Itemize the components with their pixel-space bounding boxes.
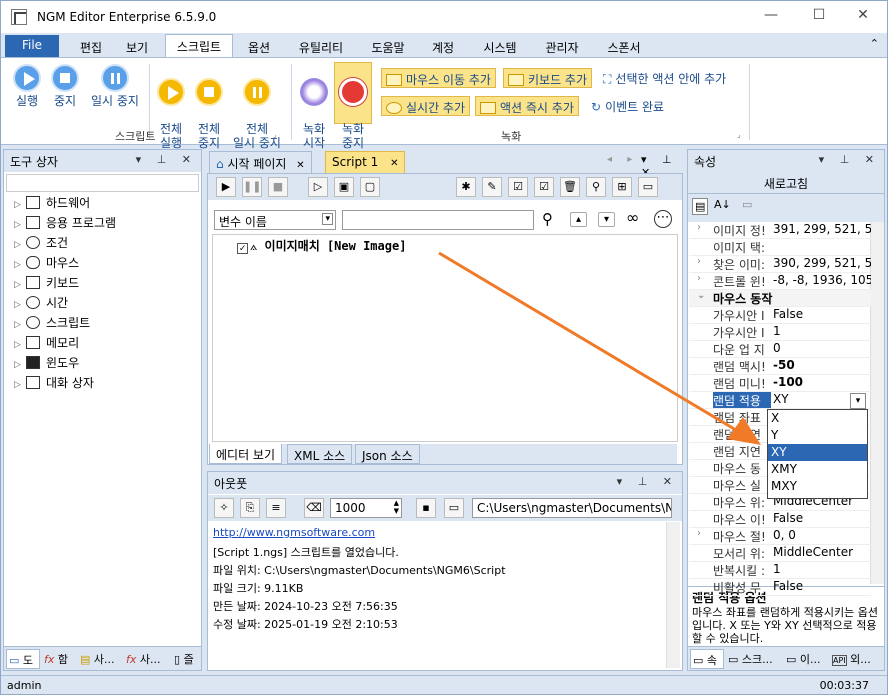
app-window: NGM Editor Enterprise 6.5.9.0 — ☐ ✕ File…	[0, 0, 888, 695]
status-time: 00:03:37	[819, 679, 869, 692]
annotation-arrow	[438, 251, 761, 445]
status-bar: admin 00:03:37	[1, 675, 887, 694]
status-user: admin	[7, 679, 42, 692]
